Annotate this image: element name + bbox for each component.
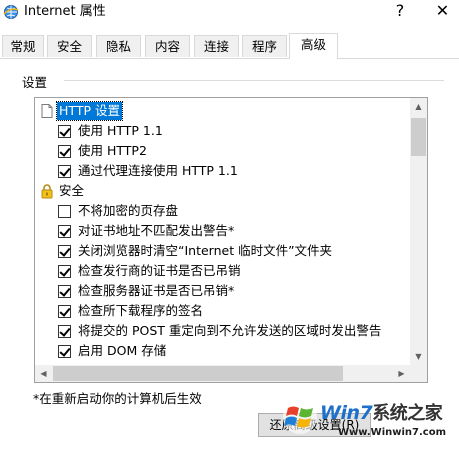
scroll-corner bbox=[410, 365, 427, 382]
setting-checkbox[interactable] bbox=[58, 205, 71, 218]
setting-row[interactable]: 使用 HTTP 1.1 bbox=[35, 121, 411, 141]
setting-checkbox[interactable] bbox=[58, 345, 71, 358]
setting-row[interactable]: 将提交的 POST 重定向到不允许发送的区域时发出警告 bbox=[35, 321, 411, 341]
setting-label: 通过代理连接使用 HTTP 1.1 bbox=[78, 163, 238, 178]
setting-row[interactable]: 检查发行商的证书是否已吊销 bbox=[35, 261, 411, 281]
setting-label: 检查所下载程序的签名 bbox=[78, 303, 204, 318]
tab-strip: 常规 安全 隐私 内容 连接 程序 高级 bbox=[0, 33, 459, 59]
category-label: 安全 bbox=[59, 183, 85, 198]
setting-checkbox[interactable] bbox=[58, 225, 71, 238]
page-icon bbox=[41, 104, 53, 118]
scroll-down-arrow-icon[interactable]: ▼ bbox=[410, 348, 427, 365]
setting-row[interactable]: 对证书地址不匹配发出警告* bbox=[35, 221, 411, 241]
setting-checkbox[interactable] bbox=[58, 325, 71, 338]
setting-checkbox[interactable] bbox=[58, 265, 71, 278]
setting-checkbox[interactable] bbox=[58, 245, 71, 258]
tab-general[interactable]: 常规 bbox=[2, 35, 44, 57]
scroll-right-arrow-icon[interactable]: ▶ bbox=[393, 365, 410, 382]
restore-advanced-settings-button[interactable]: 还原高级设置(R) bbox=[258, 413, 371, 437]
setting-label: 检查发行商的证书是否已吊销 bbox=[78, 263, 241, 278]
setting-checkbox[interactable] bbox=[58, 285, 71, 298]
vertical-scroll-thumb[interactable] bbox=[411, 118, 426, 156]
setting-checkbox[interactable] bbox=[58, 305, 71, 318]
horizontal-scroll-thumb[interactable] bbox=[53, 366, 343, 381]
restart-note: *在重新启动你的计算机后生效 bbox=[33, 391, 202, 406]
category-row-http[interactable]: HTTP 设置 bbox=[35, 101, 411, 121]
settings-tree-list[interactable]: HTTP 设置 使用 HTTP 1.1 使用 HTTP2 通过代理连接使用 HT… bbox=[34, 97, 428, 383]
setting-row[interactable]: 不将加密的页存盘 bbox=[35, 201, 411, 221]
setting-row[interactable]: 使用 HTTP2 bbox=[35, 141, 411, 161]
title-bar: Internet 属性 ? ✕ bbox=[0, 0, 459, 28]
setting-label: 使用 HTTP2 bbox=[78, 143, 147, 158]
window-title: Internet 属性 bbox=[24, 4, 106, 19]
setting-checkbox[interactable] bbox=[58, 125, 71, 138]
category-label: HTTP 设置 bbox=[56, 101, 123, 121]
setting-label: 对证书地址不匹配发出警告* bbox=[78, 223, 235, 238]
internet-globe-icon bbox=[3, 5, 19, 19]
internet-properties-dialog: Internet 属性 ? ✕ 常规 安全 隐私 内容 连接 程序 高级 设置 … bbox=[0, 0, 459, 449]
setting-label: 使用 HTTP 1.1 bbox=[78, 123, 163, 138]
setting-label: 不将加密的页存盘 bbox=[78, 203, 179, 218]
scroll-up-arrow-icon[interactable]: ▲ bbox=[410, 98, 427, 115]
category-row-security[interactable]: 安全 bbox=[35, 181, 411, 201]
help-button[interactable]: ? bbox=[382, 0, 418, 24]
tab-content[interactable]: 内容 bbox=[145, 35, 190, 57]
vertical-scrollbar[interactable]: ▲ ▼ bbox=[410, 98, 427, 365]
setting-label: 启用 DOM 存储 bbox=[78, 343, 167, 358]
setting-row[interactable]: 关闭浏览器时清空“Internet 临时文件”文件夹 bbox=[35, 241, 411, 261]
setting-label: 关闭浏览器时清空“Internet 临时文件”文件夹 bbox=[78, 243, 333, 258]
tab-connections[interactable]: 连接 bbox=[194, 35, 239, 57]
lock-icon bbox=[41, 184, 53, 199]
settings-rows: HTTP 设置 使用 HTTP 1.1 使用 HTTP2 通过代理连接使用 HT… bbox=[35, 101, 411, 361]
horizontal-scrollbar[interactable]: ◀ ▶ bbox=[35, 365, 410, 382]
setting-label: 检查服务器证书是否已吊销* bbox=[78, 283, 235, 298]
setting-row[interactable]: 启用 DOM 存储 bbox=[35, 341, 411, 361]
setting-row[interactable]: 检查服务器证书是否已吊销* bbox=[35, 281, 411, 301]
tab-privacy[interactable]: 隐私 bbox=[96, 35, 141, 57]
setting-checkbox[interactable] bbox=[58, 145, 71, 158]
setting-checkbox[interactable] bbox=[58, 165, 71, 178]
tab-programs[interactable]: 程序 bbox=[242, 35, 287, 57]
settings-group-label: 设置 bbox=[22, 72, 52, 91]
group-divider bbox=[64, 80, 444, 81]
tab-advanced[interactable]: 高级 bbox=[289, 33, 338, 59]
scroll-left-arrow-icon[interactable]: ◀ bbox=[35, 365, 52, 382]
setting-row[interactable]: 检查所下载程序的签名 bbox=[35, 301, 411, 321]
tab-security[interactable]: 安全 bbox=[47, 35, 92, 57]
close-button[interactable]: ✕ bbox=[426, 0, 459, 24]
setting-row[interactable]: 通过代理连接使用 HTTP 1.1 bbox=[35, 161, 411, 181]
setting-label: 将提交的 POST 重定向到不允许发送的区域时发出警告 bbox=[78, 323, 382, 338]
